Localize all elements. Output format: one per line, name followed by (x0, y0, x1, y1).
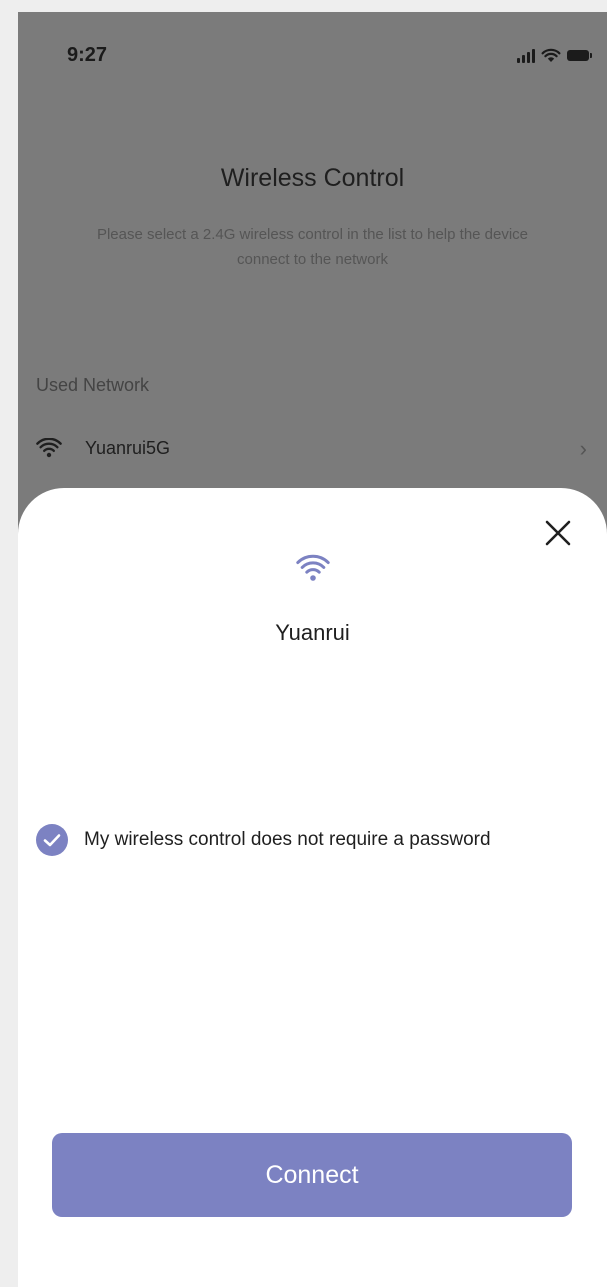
close-button[interactable] (543, 518, 573, 548)
status-time: 9:27 (67, 44, 108, 66)
network-sheet: Yuanrui My wireless control does not req… (18, 488, 607, 1287)
connect-button[interactable]: Connect (52, 1133, 572, 1217)
chevron-right-icon: › (579, 436, 587, 461)
wifi-icon (36, 438, 62, 458)
screen-frame: 9:27 Wireless Control Please select a 2.… (0, 0, 607, 1287)
page-title: Wireless Control (220, 164, 405, 192)
page-subtitle: Please select a 2.4G wireless control in… (96, 226, 529, 268)
sheet-network-name: Yuanrui (275, 620, 350, 645)
close-icon (545, 520, 571, 546)
sheet-wifi (18, 554, 607, 582)
used-network-label: Used Network (36, 375, 150, 395)
no-password-checkbox[interactable] (36, 824, 68, 856)
wifi-icon (295, 554, 330, 581)
phone-screen: 9:27 Wireless Control Please select a 2.… (18, 12, 607, 1287)
signal-icon (517, 48, 535, 63)
status-icons (517, 48, 592, 63)
no-password-label: My wireless control does not require a p… (84, 829, 491, 850)
no-password-option[interactable]: My wireless control does not require a p… (36, 824, 491, 856)
network-row-yuanrui5g[interactable]: Yuanrui5G › (18, 424, 607, 474)
network-name: Yuanrui5G (85, 438, 171, 458)
check-icon (43, 834, 61, 847)
battery-icon (567, 50, 592, 61)
wifi-status-icon (541, 48, 561, 62)
